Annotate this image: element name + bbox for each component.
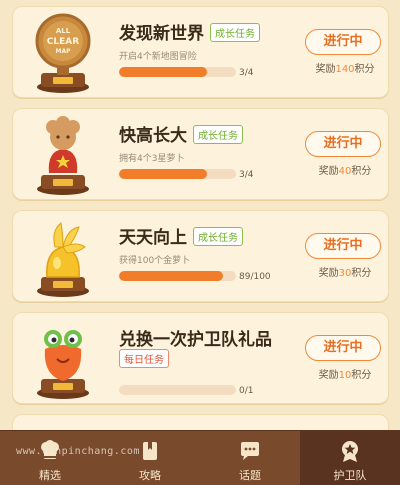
task-tag: 成长任务 [210, 23, 260, 42]
progress-bar [119, 271, 236, 281]
task-title: 快高长大 成长任务 [119, 121, 243, 146]
tab-label: 护卫队 [333, 469, 367, 482]
task-tag: 成长任务 [193, 227, 243, 246]
tab-guides[interactable]: 攻略 [100, 431, 200, 485]
progress-bar [119, 169, 236, 179]
chat-icon [238, 439, 262, 463]
task-tag: 成长任务 [193, 125, 243, 144]
progress-count: 89/100 [239, 272, 271, 282]
in-progress-button[interactable]: 进行中 [305, 29, 381, 55]
watermark: www.qinpinchang.com [16, 446, 140, 457]
in-progress-button[interactable]: 进行中 [305, 233, 381, 259]
task-title: 兑换一次护卫队礼品 [119, 330, 272, 350]
progress-count: 3/4 [239, 170, 254, 180]
task-description: 获得100个金萝卜 [119, 256, 191, 266]
task-card: 天天向上 成长任务 获得100个金萝卜 89/100 进行中 奖励30积分 [12, 210, 389, 302]
svg-text:MAP: MAP [55, 48, 71, 55]
svg-text:ALL: ALL [56, 27, 71, 35]
task-title: 发现新世界 成长任务 [119, 19, 260, 44]
task-description: 开启4个新地图冒险 [119, 52, 197, 62]
svg-text:CLEAR: CLEAR [47, 37, 79, 47]
task-description: 拥有4个3星萝卜 [119, 154, 185, 164]
tab-label: 攻略 [139, 469, 161, 482]
tab-featured[interactable]: 精选 [0, 431, 100, 485]
task-card: 兑换一次护卫队礼品 每日任务 0/1 进行中 奖励10积分 [12, 312, 389, 404]
tab-label: 话题 [239, 469, 261, 482]
all-clear-medal-icon: ALL CLEAR MAP [27, 13, 99, 95]
task-card: ALL CLEAR MAP 发现新世界 成长任务 开启4个新地图冒险 3/4 进行… [12, 6, 389, 98]
reward-text: 奖励140积分 [315, 64, 375, 75]
progress-count: 0/1 [239, 386, 254, 396]
task-card [12, 414, 389, 430]
tab-guard-team[interactable]: 护卫队 [300, 431, 400, 485]
book-icon [138, 439, 162, 463]
progress-bar [119, 385, 236, 395]
golden-carrot-trophy-icon [27, 217, 99, 299]
task-tag-row: 每日任务 [119, 349, 169, 368]
task-title: 天天向上 成长任务 [119, 223, 243, 248]
reward-text: 奖励40积分 [318, 166, 372, 177]
progress-count: 3/4 [239, 68, 254, 78]
carrot-star-trophy-icon [27, 115, 99, 197]
bottom-tab-bar: 精选 攻略 话题 护卫队 [0, 430, 400, 485]
reward-text: 奖励10积分 [318, 370, 372, 381]
in-progress-button[interactable]: 进行中 [305, 335, 381, 361]
task-tag: 每日任务 [119, 349, 169, 368]
tab-topics[interactable]: 话题 [200, 431, 300, 485]
reward-text: 奖励30积分 [318, 268, 372, 279]
task-card: 快高长大 成长任务 拥有4个3星萝卜 3/4 进行中 奖励40积分 [12, 108, 389, 200]
task-list: ALL CLEAR MAP 发现新世界 成长任务 开启4个新地图冒险 3/4 进行… [0, 0, 400, 430]
in-progress-button[interactable]: 进行中 [305, 131, 381, 157]
carrot-monster-trophy-icon [27, 319, 99, 401]
badge-icon [338, 439, 362, 463]
tab-label: 精选 [39, 469, 61, 482]
progress-bar [119, 67, 236, 77]
